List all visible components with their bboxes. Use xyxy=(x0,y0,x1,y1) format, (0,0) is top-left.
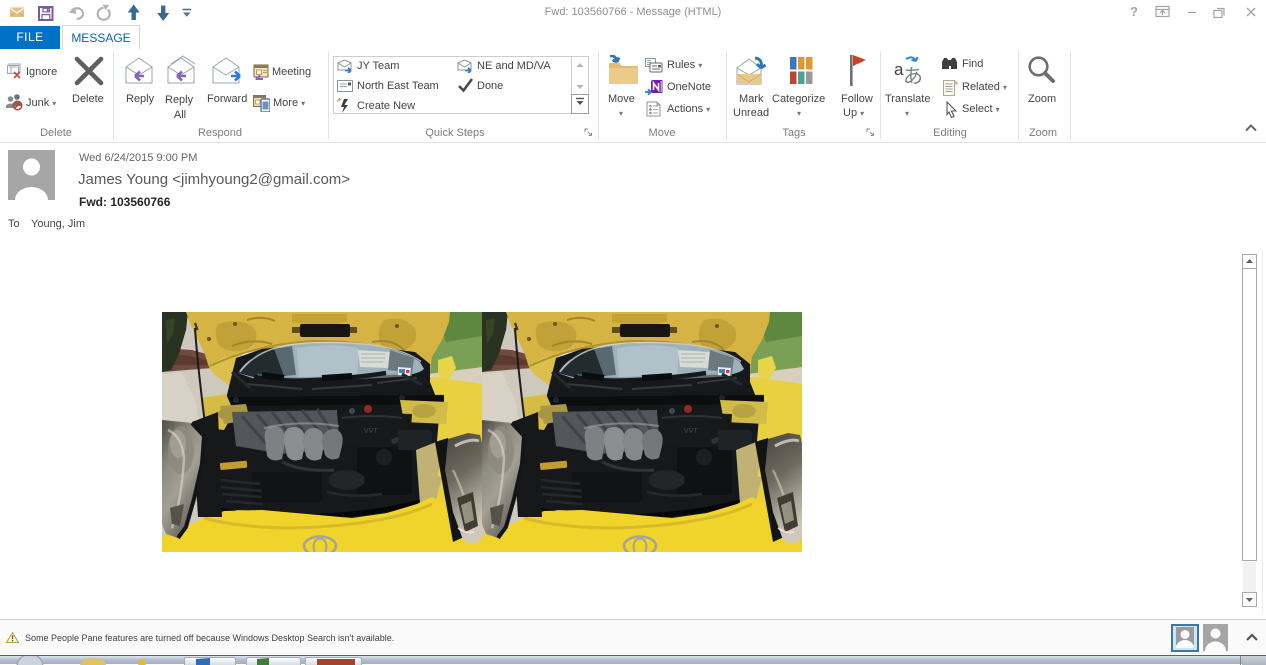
svg-text:あ: あ xyxy=(903,66,923,87)
svg-text:?: ? xyxy=(1130,4,1138,19)
